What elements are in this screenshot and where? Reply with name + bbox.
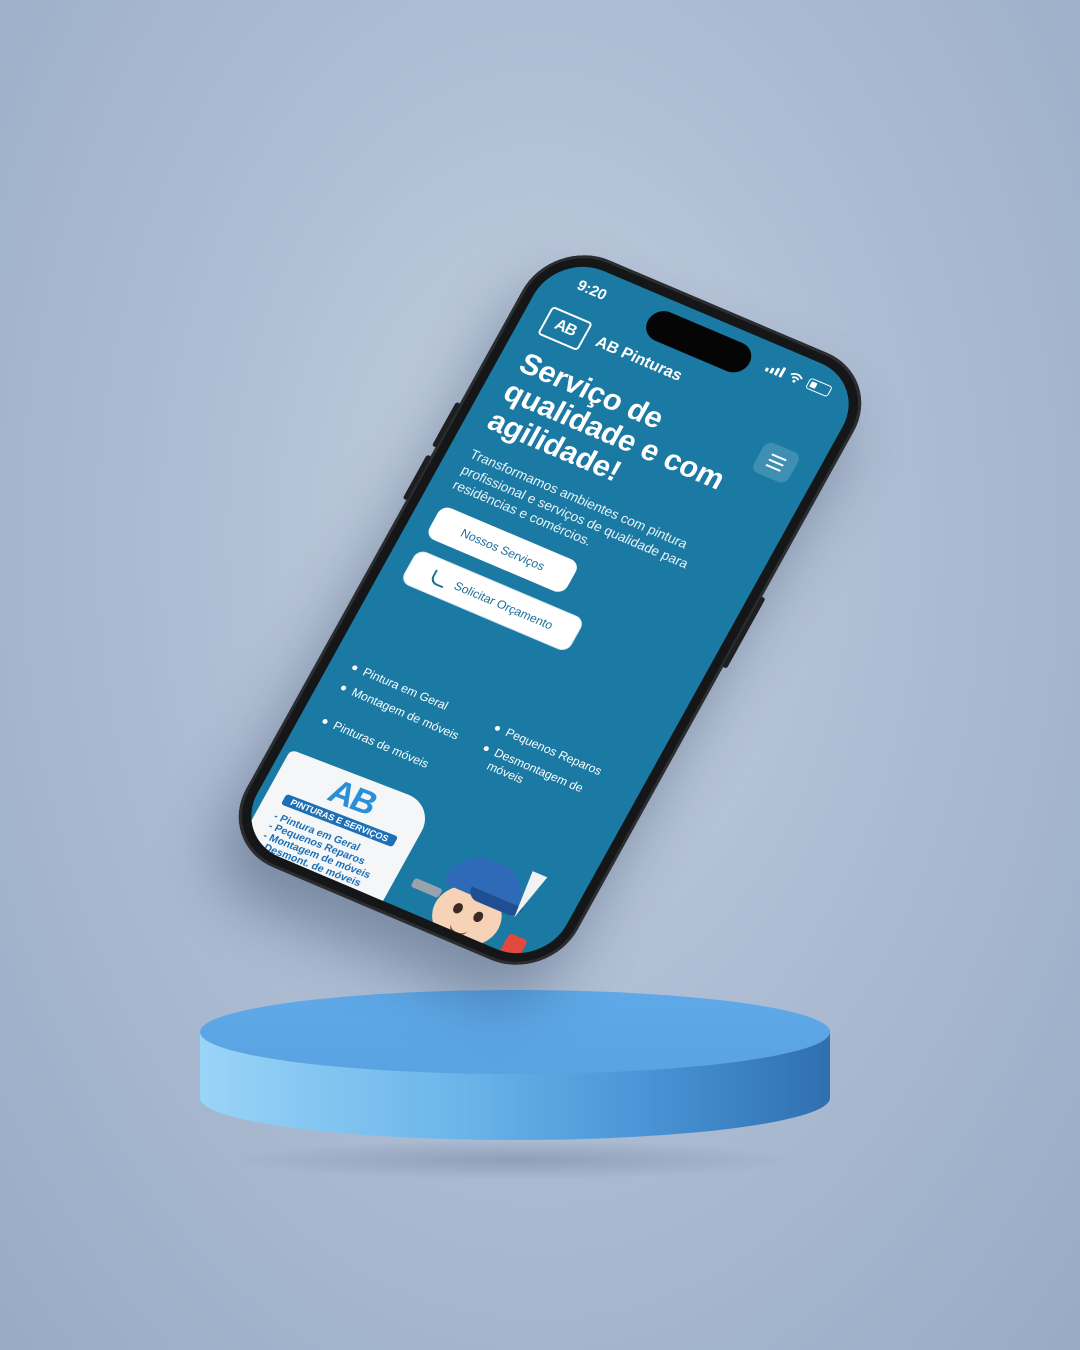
cellular-signal-icon [764,361,787,378]
wifi-icon [790,372,804,383]
hammer-icon [410,877,443,899]
phone-screen: 9:20 AB AB Pinturas Serviço de qualidade… [233,251,867,969]
pedestal-shadow [230,1140,800,1180]
phone-mockup: 9:20 AB AB Pinturas Serviço de qualidade… [216,236,884,984]
status-time: 9:20 [573,277,610,304]
status-icons [764,360,833,398]
request-quote-label: Solicitar Orçamento [451,578,556,633]
services-button-label: Nossos Serviços [458,525,548,574]
site-logo[interactable]: AB [536,305,594,352]
battery-icon [804,377,833,398]
display-pedestal [200,990,830,1180]
phone-icon [429,568,452,589]
pedestal-top [200,990,830,1074]
